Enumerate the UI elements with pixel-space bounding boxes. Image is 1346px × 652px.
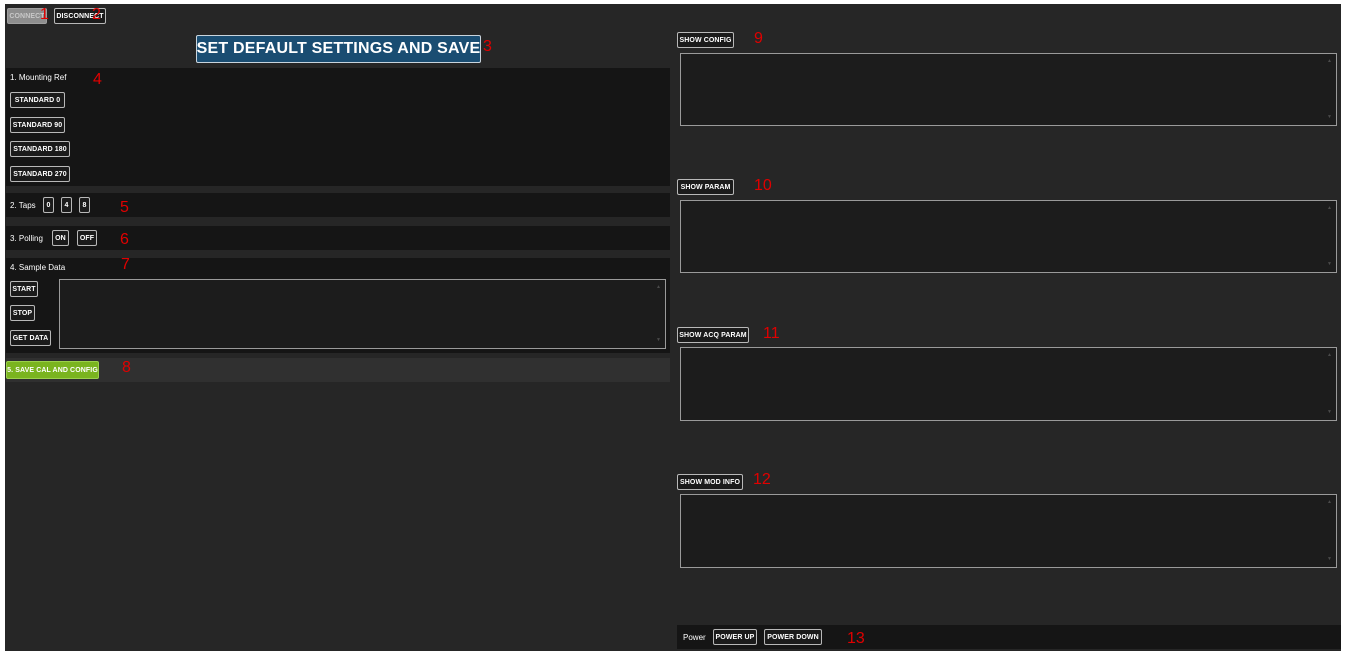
polling-panel: 3. Polling ON OFF — [6, 226, 670, 250]
marker-4: 4 — [93, 71, 102, 88]
taps-panel: 2. Taps 0 4 8 — [6, 193, 670, 217]
marker-11: 11 — [763, 325, 780, 342]
scroll-down-icon[interactable]: ▼ — [1327, 262, 1332, 267]
marker-2: 2 — [92, 6, 101, 23]
scroll-up-icon[interactable]: ▲ — [1327, 59, 1332, 64]
polling-on-button[interactable]: ON — [52, 230, 69, 246]
marker-12: 12 — [753, 471, 771, 488]
scroll-up-icon[interactable]: ▲ — [1327, 500, 1332, 505]
show-param-button[interactable]: SHOW PARAM — [677, 179, 734, 195]
taps-8-button[interactable]: 8 — [79, 197, 90, 213]
mod-info-textarea[interactable]: ▲ ▼ — [680, 494, 1337, 568]
param-textarea[interactable]: ▲ ▼ — [680, 200, 1337, 273]
marker-7: 7 — [121, 256, 130, 273]
standard-270-button[interactable]: STANDARD 270 — [10, 166, 70, 182]
save-panel: 5. SAVE CAL AND CONFIG — [6, 358, 670, 382]
marker-1: 1 — [40, 6, 49, 23]
show-acq-param-button[interactable]: SHOW ACQ PARAM — [677, 327, 749, 343]
standard-0-button[interactable]: STANDARD 0 — [10, 92, 65, 108]
taps-4-button[interactable]: 4 — [61, 197, 72, 213]
marker-6: 6 — [120, 231, 129, 248]
marker-13: 13 — [847, 630, 865, 647]
scroll-up-icon[interactable]: ▲ — [1327, 206, 1332, 211]
sample-data-textarea[interactable]: ▲ ▼ — [59, 279, 666, 349]
sample-data-title: 4. Sample Data — [10, 263, 66, 272]
set-default-settings-button[interactable]: SET DEFAULT SETTINGS AND SAVE — [196, 35, 481, 63]
scroll-up-icon[interactable]: ▲ — [656, 285, 661, 290]
mounting-ref-panel: 1. Mounting Ref STANDARD 0 STANDARD 90 S… — [6, 68, 670, 186]
standard-180-button[interactable]: STANDARD 180 — [10, 141, 70, 157]
standard-90-button[interactable]: STANDARD 90 — [10, 117, 65, 133]
taps-title: 2. Taps — [10, 201, 36, 210]
sample-data-panel: 4. Sample Data START STOP GET DATA ▲ ▼ — [6, 258, 670, 353]
show-mod-info-button[interactable]: SHOW MOD INFO — [677, 474, 743, 490]
marker-9: 9 — [754, 30, 763, 47]
taps-0-button[interactable]: 0 — [43, 197, 54, 213]
scroll-up-icon[interactable]: ▲ — [1327, 353, 1332, 358]
mounting-ref-title: 1. Mounting Ref — [10, 73, 67, 82]
scroll-down-icon[interactable]: ▼ — [1327, 115, 1332, 120]
start-button[interactable]: START — [10, 281, 38, 297]
scroll-down-icon[interactable]: ▼ — [1327, 557, 1332, 562]
marker-5: 5 — [120, 199, 129, 216]
polling-title: 3. Polling — [10, 234, 43, 243]
app-window: CONNECT DISCONNECT 1 2 SET DEFAULT SETTI… — [5, 4, 1341, 651]
power-panel: Power POWER UP POWER DOWN — [677, 625, 1341, 649]
save-cal-config-button[interactable]: 5. SAVE CAL AND CONFIG — [6, 361, 99, 379]
power-down-button[interactable]: POWER DOWN — [764, 629, 822, 645]
power-up-button[interactable]: POWER UP — [713, 629, 757, 645]
power-label: Power — [683, 633, 706, 642]
acq-param-textarea[interactable]: ▲ ▼ — [680, 347, 1337, 421]
get-data-button[interactable]: GET DATA — [10, 330, 51, 346]
scroll-down-icon[interactable]: ▼ — [1327, 410, 1332, 415]
scroll-down-icon[interactable]: ▼ — [656, 338, 661, 343]
marker-10: 10 — [754, 177, 772, 194]
stop-button[interactable]: STOP — [10, 305, 35, 321]
polling-off-button[interactable]: OFF — [77, 230, 97, 246]
config-textarea[interactable]: ▲ ▼ — [680, 53, 1337, 126]
show-config-button[interactable]: SHOW CONFIG — [677, 32, 734, 48]
marker-3: 3 — [483, 38, 492, 55]
marker-8: 8 — [122, 359, 131, 376]
